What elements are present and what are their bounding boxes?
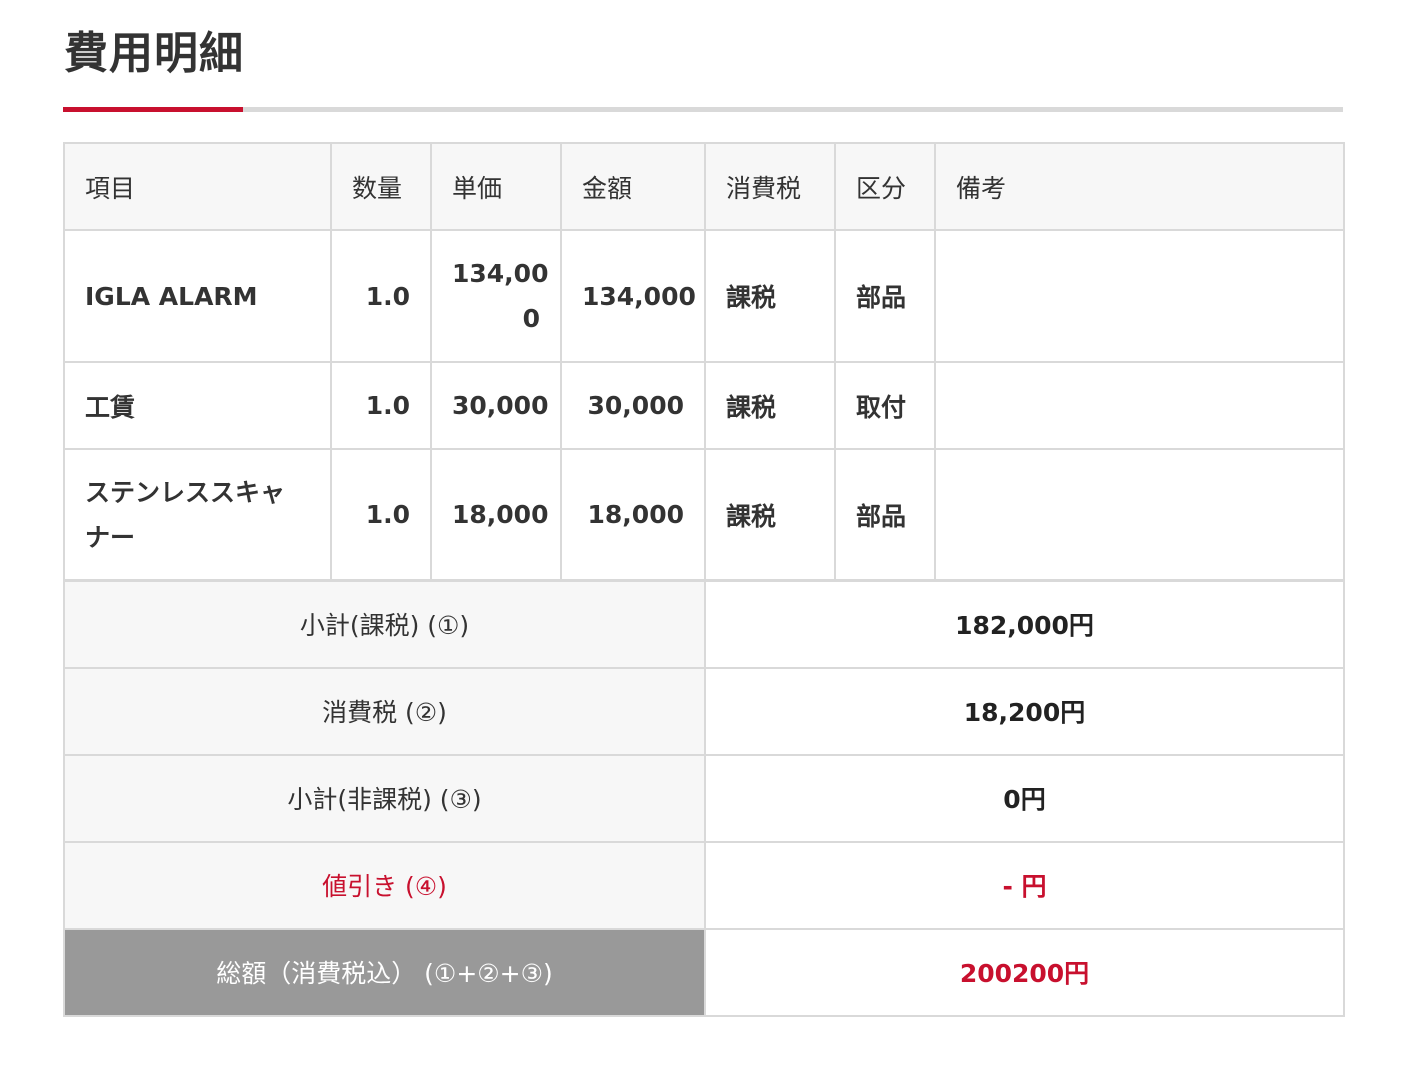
item-amount: 134,000 [560, 229, 706, 363]
item-note [934, 229, 1345, 363]
item-category: 取付 [834, 361, 936, 450]
discount-row: 値引き (④) - 円 [63, 840, 1345, 930]
subtotal-taxable-label: 小計(課税) (①) [63, 579, 706, 669]
item-name-line: ナー [85, 522, 136, 552]
page-title: 費用明細 [64, 28, 244, 79]
item-category: 部品 [834, 229, 936, 363]
subtotal-taxable-row: 小計(課税) (①) 182,000円 [63, 579, 1345, 669]
table-header-row: 項目 数量 単価 金額 消費税 区分 備考 [63, 142, 1345, 231]
title-underline [63, 107, 1343, 112]
table-row: 工賃 1.0 30,000 30,000 課税 取付 [63, 361, 1345, 450]
subtotal-nontaxable-row: 小計(非課税) (③) 0円 [63, 753, 1345, 843]
item-tax: 課税 [704, 361, 836, 450]
table-row: IGLA ALARM 1.0 134,00 0 134,000 課税 部品 [63, 229, 1345, 363]
subtotal-nontaxable-value: 0円 [704, 753, 1345, 843]
item-note [934, 361, 1345, 450]
title-underline-accent [63, 107, 243, 112]
discount-label: 値引き (④) [63, 840, 706, 930]
item-note [934, 448, 1345, 581]
item-quantity: 1.0 [330, 361, 432, 450]
header-tax: 消費税 [704, 142, 836, 231]
item-category: 部品 [834, 448, 936, 581]
item-name: IGLA ALARM [63, 229, 332, 363]
item-amount: 18,000 [560, 448, 706, 581]
item-quantity: 1.0 [330, 448, 432, 581]
discount-value: - 円 [704, 840, 1345, 930]
unit-price-line: 0 [522, 304, 540, 333]
header-amount: 金額 [560, 142, 706, 231]
item-name: ステンレススキャ ナー [63, 448, 332, 581]
unit-price-line: 134,00 [452, 259, 549, 288]
subtotal-taxable-value: 182,000円 [704, 579, 1345, 669]
header-unit-price: 単価 [430, 142, 562, 231]
item-unit-price: 18,000 [430, 448, 562, 581]
item-name-line: ステンレススキャ [85, 477, 286, 507]
table-row: ステンレススキャ ナー 1.0 18,000 18,000 課税 部品 [63, 448, 1345, 581]
item-amount: 30,000 [560, 361, 706, 450]
grand-total-label: 総額（消費税込） (①+②+③) [63, 927, 706, 1017]
item-unit-price: 30,000 [430, 361, 562, 450]
item-tax: 課税 [704, 448, 836, 581]
item-tax: 課税 [704, 229, 836, 363]
item-name: 工賃 [63, 361, 332, 450]
item-quantity: 1.0 [330, 229, 432, 363]
header-category: 区分 [834, 142, 936, 231]
grand-total-row: 総額（消費税込） (①+②+③) 200200円 [63, 927, 1345, 1017]
totals-table: 小計(課税) (①) 182,000円 消費税 (②) 18,200円 小計(非… [63, 579, 1345, 1017]
subtotal-nontaxable-label: 小計(非課税) (③) [63, 753, 706, 843]
header-item: 項目 [63, 142, 332, 231]
consumption-tax-label: 消費税 (②) [63, 666, 706, 756]
header-note: 備考 [934, 142, 1345, 231]
cost-items-table: 項目 数量 単価 金額 消費税 区分 備考 IGLA ALARM 1.0 134… [63, 142, 1345, 581]
consumption-tax-row: 消費税 (②) 18,200円 [63, 666, 1345, 756]
grand-total-value: 200200円 [704, 927, 1345, 1017]
consumption-tax-value: 18,200円 [704, 666, 1345, 756]
item-unit-price: 134,00 0 [430, 229, 562, 363]
header-quantity: 数量 [330, 142, 432, 231]
